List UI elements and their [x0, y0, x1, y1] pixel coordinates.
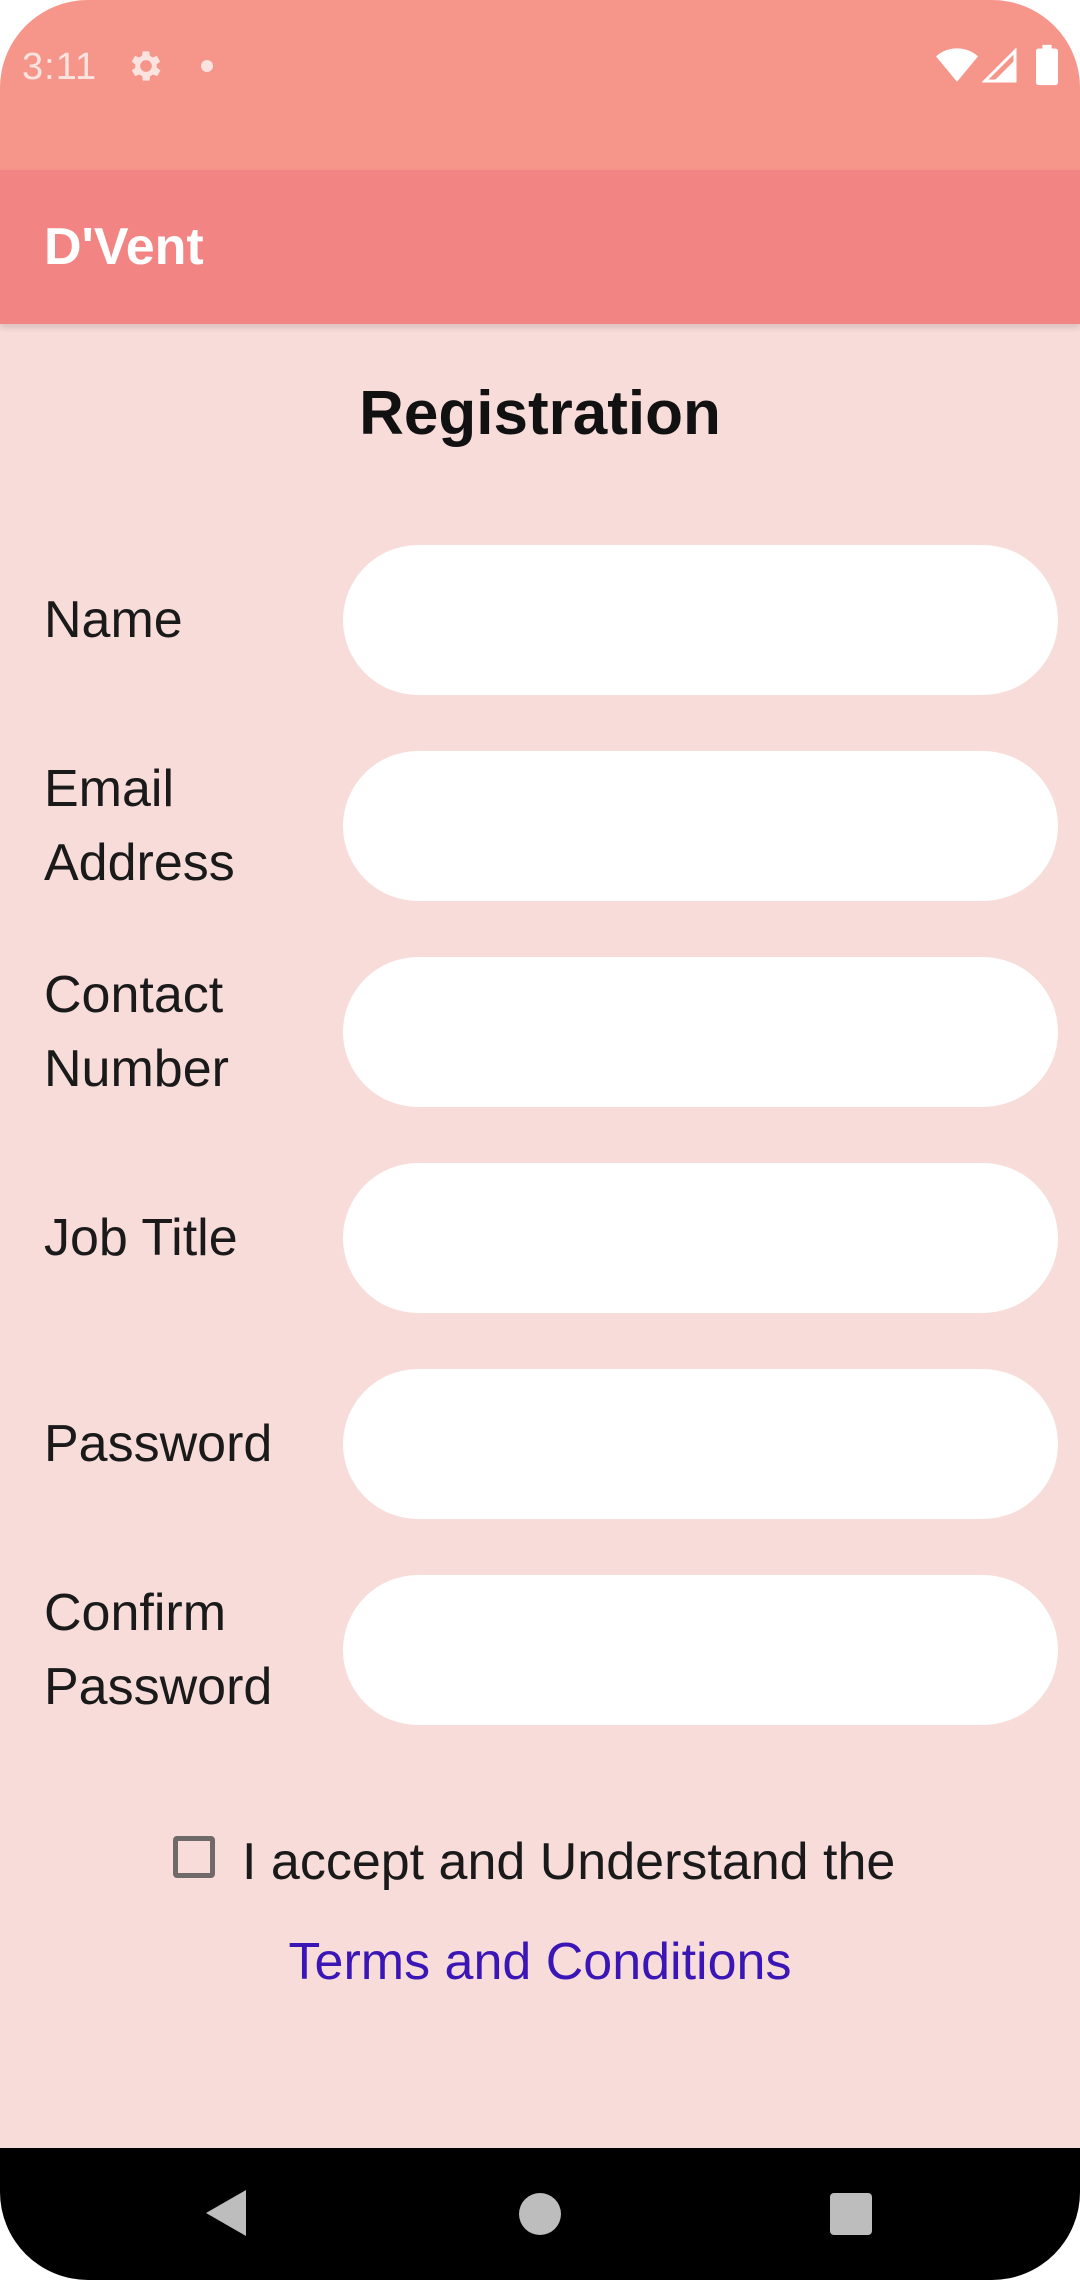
- app-title: D'Vent: [44, 218, 204, 276]
- name-row: Name: [0, 545, 1080, 695]
- terms-checkbox[interactable]: [173, 1836, 215, 1878]
- wifi-icon: [936, 48, 978, 82]
- job-title-label: Job Title: [44, 1209, 238, 1267]
- navigation-bar: [0, 2148, 1080, 2280]
- email-label: Email Address: [44, 760, 235, 892]
- gear-icon: [131, 51, 161, 81]
- password-row: Password: [0, 1369, 1080, 1519]
- back-icon[interactable]: [206, 2190, 246, 2236]
- confirm-password-row: Confirm Password: [0, 1575, 1080, 1725]
- name-label: Name: [44, 591, 183, 649]
- screen: 3:11 D'Vent Registration Name Email Addr…: [0, 0, 1080, 2280]
- notification-dot-icon: [201, 60, 213, 72]
- contact-number-label: Contact Number: [44, 966, 229, 1098]
- signal-icon: [982, 48, 1017, 83]
- confirm-password-label: Confirm Password: [44, 1584, 273, 1716]
- status-time: 3:11: [22, 46, 98, 88]
- contact-number-row: Contact Number: [0, 957, 1080, 1107]
- terms-and-conditions-link[interactable]: Terms and Conditions: [0, 1932, 1080, 1992]
- job-title-row: Job Title: [0, 1163, 1080, 1313]
- home-icon[interactable]: [519, 2193, 561, 2235]
- terms-text: I accept and Understand the: [242, 1833, 896, 1891]
- email-row: Email Address: [0, 751, 1080, 901]
- confirm-password-input[interactable]: [343, 1575, 1058, 1725]
- app-bar: D'Vent: [0, 170, 1080, 324]
- job-title-input[interactable]: [343, 1163, 1058, 1313]
- password-input[interactable]: [343, 1369, 1058, 1519]
- contact-number-input[interactable]: [343, 957, 1058, 1107]
- email-input[interactable]: [343, 751, 1058, 901]
- recent-apps-icon[interactable]: [830, 2193, 872, 2235]
- password-label: Password: [44, 1415, 273, 1473]
- page-title: Registration: [359, 379, 721, 448]
- status-bar: 3:11: [0, 0, 1080, 170]
- battery-icon: [1036, 44, 1058, 86]
- name-input[interactable]: [343, 545, 1058, 695]
